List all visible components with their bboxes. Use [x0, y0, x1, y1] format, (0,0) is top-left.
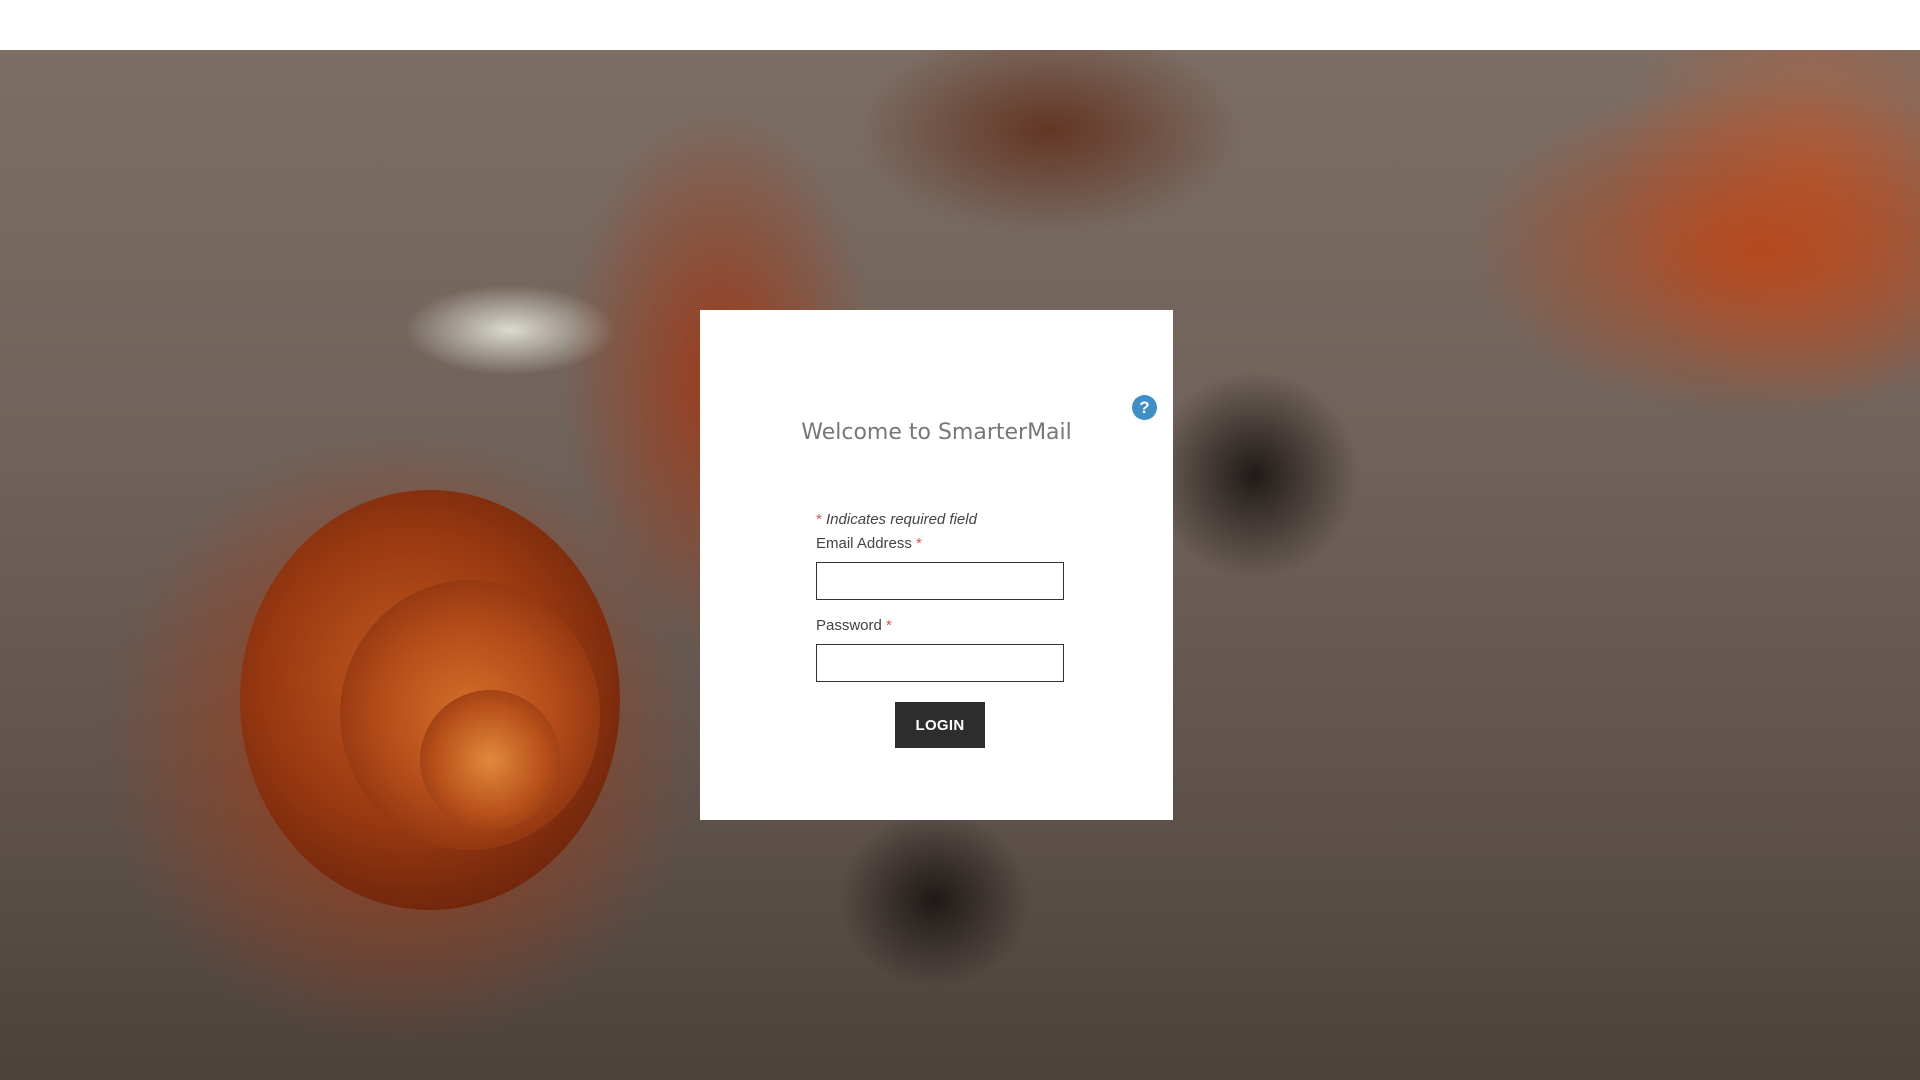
email-label-text: Email Address: [816, 535, 912, 552]
login-card: ? Welcome to SmarterMail * Indicates req…: [700, 310, 1173, 820]
password-field[interactable]: [816, 644, 1064, 682]
page-title: Welcome to SmarterMail: [801, 420, 1072, 445]
login-button[interactable]: LOGIN: [895, 702, 985, 748]
password-label-text: Password: [816, 617, 882, 634]
required-field-note: * Indicates required field: [816, 511, 977, 528]
email-required-asterisk: *: [916, 535, 922, 552]
password-label: Password *: [816, 617, 892, 634]
violin-scroll-shape-center: [420, 690, 560, 830]
email-label: Email Address *: [816, 535, 922, 552]
help-icon[interactable]: ?: [1132, 395, 1157, 420]
required-asterisk: *: [816, 511, 822, 528]
required-note-text: Indicates required field: [826, 511, 977, 528]
email-field[interactable]: [816, 562, 1064, 600]
password-required-asterisk: *: [886, 617, 892, 634]
top-bar: [0, 0, 1920, 50]
